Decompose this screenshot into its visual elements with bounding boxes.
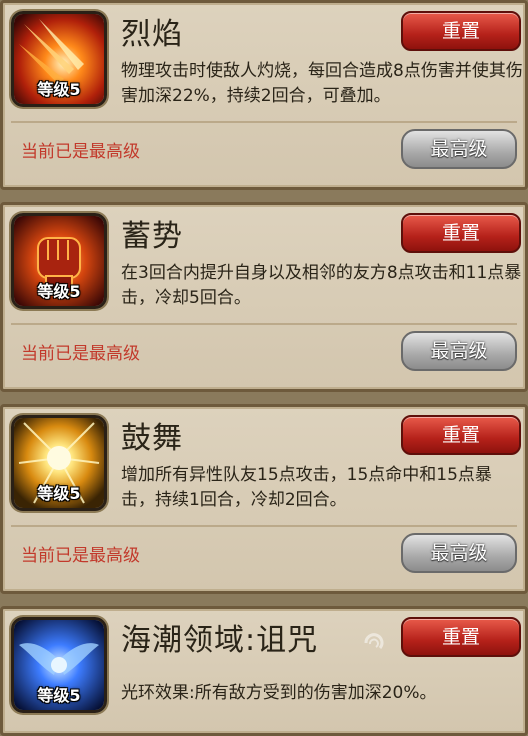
status-text: 当前已是最高级 xyxy=(21,142,140,162)
status-text: 当前已是最高级 xyxy=(21,344,140,364)
divider xyxy=(11,323,517,325)
max-level-button[interactable]: 最高级 xyxy=(401,533,517,573)
status-text: 当前已是最高级 xyxy=(21,546,140,566)
level-badge: 等级5 xyxy=(37,80,81,99)
skill-name: 烈焰 xyxy=(121,17,183,52)
flame-slash-icon[interactable]: 等级5 xyxy=(11,11,107,107)
reset-button[interactable]: 重置 xyxy=(401,213,521,253)
skill-card: 等级5 鼓舞 重置 增加所有异性队友15点攻击，15点命中和15点暴击，持续1回… xyxy=(0,404,528,594)
skill-name: 海潮领域:诅咒 xyxy=(121,623,319,658)
blue-wings-icon[interactable]: 等级5 xyxy=(11,617,107,713)
skill-description: 光环效果:所有敌方受到的伤害加深20%。 xyxy=(121,683,437,703)
level-badge: 等级5 xyxy=(37,282,81,301)
skill-card: 等级5 烈焰 重置 物理攻击时使敌人灼烧，每回合造成8点伤害并使其伤害加深22%… xyxy=(0,0,528,190)
divider xyxy=(11,121,517,123)
skill-name: 蓄势 xyxy=(121,219,183,254)
watermark-icon xyxy=(364,633,384,649)
max-level-button[interactable]: 最高级 xyxy=(401,331,517,371)
reset-button[interactable]: 重置 xyxy=(401,11,521,51)
skill-card: 等级5 蓄势 重置 在3回合内提升自身以及相邻的友方8点攻击和11点暴击，冷却5… xyxy=(0,202,528,392)
reset-button[interactable]: 重置 xyxy=(401,617,521,657)
skill-description: 物理攻击时使敌人灼烧，每回合造成8点伤害并使其伤害加深22%，持续2回合，可叠加… xyxy=(121,61,523,106)
level-badge: 等级5 xyxy=(37,686,81,705)
max-level-button[interactable]: 最高级 xyxy=(401,129,517,169)
level-badge: 等级5 xyxy=(37,484,81,503)
divider xyxy=(11,525,517,527)
fist-icon[interactable]: 等级5 xyxy=(11,213,107,309)
reset-button[interactable]: 重置 xyxy=(401,415,521,455)
skill-card: 等级5 海潮领域:诅咒 重置 光环效果:所有敌方受到的伤害加深20%。 xyxy=(0,606,528,736)
skill-description: 增加所有异性队友15点攻击，15点命中和15点暴击，持续1回合，冷却2回合。 xyxy=(121,465,492,510)
skill-name: 鼓舞 xyxy=(121,421,183,456)
radiant-burst-icon[interactable]: 等级5 xyxy=(11,415,107,511)
skill-description: 在3回合内提升自身以及相邻的友方8点攻击和11点暴击，冷却5回合。 xyxy=(121,263,522,308)
